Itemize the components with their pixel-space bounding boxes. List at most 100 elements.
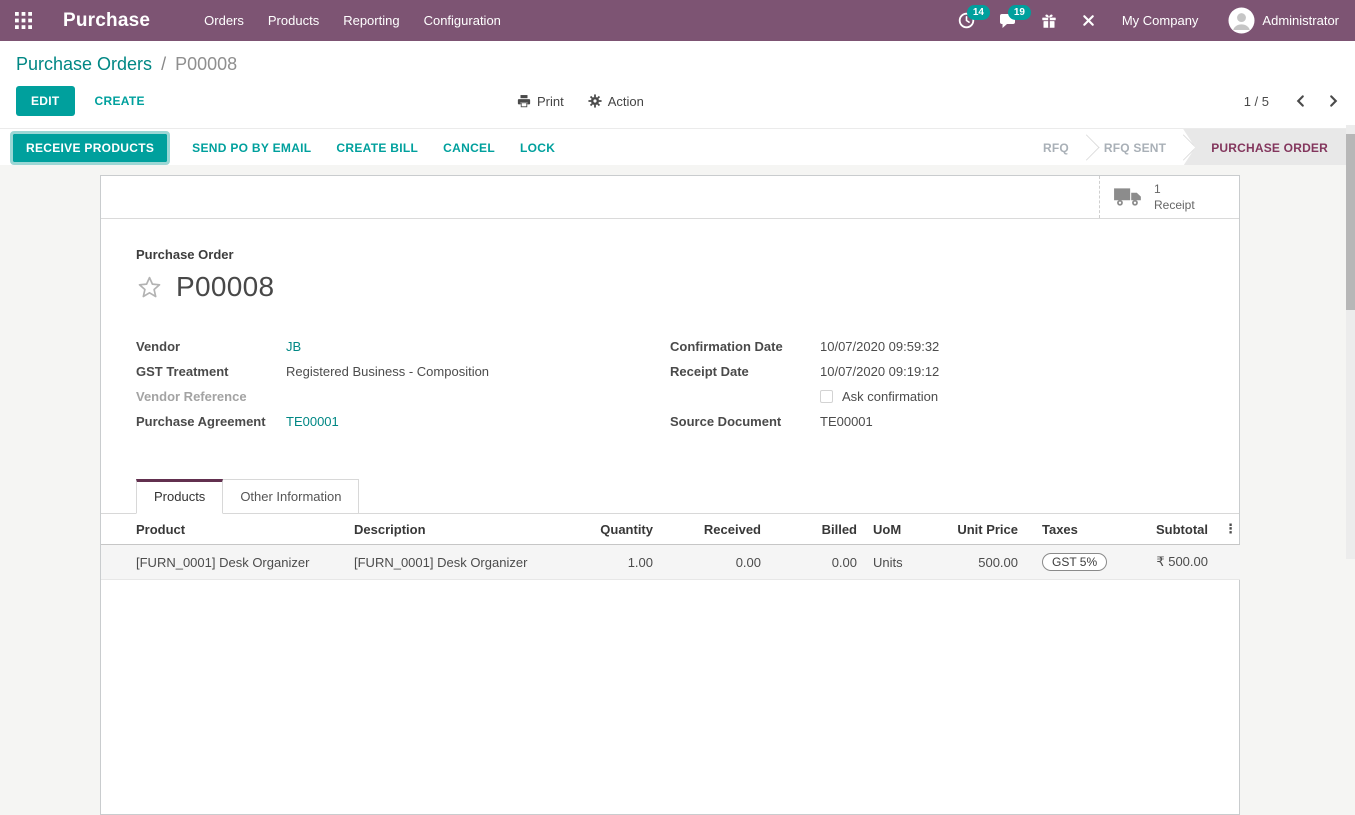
grid-icon [15,12,32,29]
receipt-date-label: Receipt Date [670,364,820,379]
vendor-label: Vendor [136,339,286,354]
gst-treatment-label: GST Treatment [136,364,286,379]
stage-rfq-sent[interactable]: RFQ SENT [1086,129,1184,166]
cell-uom[interactable]: Units [865,545,946,580]
table-row[interactable]: [FURN_0001] Desk Organizer [FURN_0001] D… [101,545,1240,580]
pager: 1 / 5 [1244,94,1339,109]
pager-previous-icon[interactable] [1295,94,1306,108]
vendor-value[interactable]: JB [286,339,301,354]
stage-purchase-order[interactable]: PURCHASE ORDER [1183,129,1346,166]
fields-right-column: Confirmation Date 10/07/2020 09:59:32 Re… [670,339,1204,439]
gear-icon [588,94,602,108]
pager-value: 1 / 5 [1244,94,1269,109]
printer-icon [517,94,531,108]
receipt-date-value: 10/07/2020 09:19:12 [820,364,939,379]
col-quantity: Quantity [556,514,661,545]
breadcrumb-parent[interactable]: Purchase Orders [16,54,152,74]
confirmation-date-value: 10/07/2020 09:59:32 [820,339,939,354]
cell-received[interactable]: 0.00 [661,545,769,580]
col-subtotal: Subtotal [1121,514,1216,545]
cancel-button[interactable]: CANCEL [443,141,495,155]
breadcrumb-current: P00008 [175,54,237,74]
optional-columns-icon[interactable]: ⋮ [1224,522,1237,537]
messages-badge: 19 [1008,5,1031,20]
gift-icon [1041,13,1057,29]
menu-products[interactable]: Products [256,0,331,41]
ask-confirmation-label: Ask confirmation [842,389,938,404]
app-title[interactable]: Purchase [63,10,150,32]
col-uom: UoM [865,514,946,545]
col-description: Description [346,514,556,545]
send-po-by-email-button[interactable]: SEND PO BY EMAIL [192,141,311,155]
create-button[interactable]: CREATE [95,94,145,108]
breadcrumb: Purchase Orders / P00008 [0,41,1355,77]
user-menu[interactable]: Administrator [1212,0,1345,41]
print-label: Print [537,94,564,109]
vendor-reference-label: Vendor Reference [136,389,286,404]
messages-button[interactable]: 19 [987,0,1029,41]
form-sheet: 1 Receipt Purchase Order P00008 Vendor [100,175,1240,815]
gift-button[interactable] [1029,0,1069,41]
record-title: P00008 [176,271,274,303]
cell-subtotal[interactable]: ₹ 500.00 [1121,545,1216,580]
gst-treatment-value: Registered Business - Composition [286,364,489,379]
systray: 14 19 My Company [946,0,1355,41]
scrollbar-track[interactable] [1346,125,1355,559]
control-panel: Purchase Orders / P00008 EDIT CREATE Pri… [0,41,1355,128]
user-name: Administrator [1262,13,1339,28]
purchase-agreement-value[interactable]: TE00001 [286,414,339,429]
receive-products-button[interactable]: RECEIVE PRODUCTS [13,134,167,162]
main-menu: Orders Products Reporting Configuration [192,0,513,41]
table-header-row: Product Description Quantity Received Bi… [101,514,1240,545]
top-navbar: Purchase Orders Products Reporting Confi… [0,0,1355,41]
menu-configuration[interactable]: Configuration [412,0,513,41]
col-received: Received [661,514,769,545]
company-switcher[interactable]: My Company [1108,0,1213,41]
receipt-label: Receipt [1154,197,1195,213]
print-button[interactable]: Print [517,94,564,109]
activities-button[interactable]: 14 [946,0,987,41]
cell-taxes[interactable]: GST 5% [1026,545,1121,580]
statusbar: RECEIVE PRODUCTS SEND PO BY EMAIL CREATE… [0,128,1355,167]
create-bill-button[interactable]: CREATE BILL [336,141,418,155]
col-billed: Billed [769,514,865,545]
button-box: 1 Receipt [101,176,1239,219]
col-product: Product [101,514,346,545]
status-pipeline: RFQ RFQ SENT PURCHASE ORDER [1025,129,1346,166]
order-lines-table: Product Description Quantity Received Bi… [101,514,1240,580]
action-button[interactable]: Action [588,94,644,109]
action-label: Action [608,94,644,109]
lock-button[interactable]: LOCK [520,141,555,155]
tools-button[interactable] [1069,0,1108,41]
ask-confirmation-checkbox[interactable] [820,390,833,403]
source-document-value: TE00001 [820,414,873,429]
cell-product[interactable]: [FURN_0001] Desk Organizer [101,545,346,580]
menu-reporting[interactable]: Reporting [331,0,411,41]
scrollbar-thumb[interactable] [1346,134,1355,310]
receipt-smart-button[interactable]: 1 Receipt [1099,176,1239,218]
edit-button[interactable]: EDIT [16,86,75,116]
favorite-star-icon[interactable] [136,274,163,301]
pager-next-icon[interactable] [1328,94,1339,108]
form-view: 1 Receipt Purchase Order P00008 Vendor [0,165,1346,559]
tab-products[interactable]: Products [136,479,223,514]
apps-menu-icon[interactable] [0,0,46,41]
col-unit-price: Unit Price [946,514,1026,545]
cell-description[interactable]: [FURN_0001] Desk Organizer [346,545,556,580]
tools-icon [1081,13,1096,28]
document-type-label: Purchase Order [136,247,1204,262]
col-taxes: Taxes [1026,514,1121,545]
fields-left-column: Vendor JB GST Treatment Registered Busin… [136,339,670,439]
source-document-label: Source Document [670,414,820,429]
cell-billed[interactable]: 0.00 [769,545,865,580]
truck-icon [1113,186,1143,208]
cell-unit-price[interactable]: 500.00 [946,545,1026,580]
avatar [1228,7,1255,34]
tab-other-information[interactable]: Other Information [223,479,359,514]
cell-quantity[interactable]: 1.00 [556,545,661,580]
confirmation-date-label: Confirmation Date [670,339,820,354]
receipt-count: 1 [1154,181,1195,197]
breadcrumb-separator: / [157,54,170,74]
tax-badge: GST 5% [1042,553,1107,571]
menu-orders[interactable]: Orders [192,0,256,41]
